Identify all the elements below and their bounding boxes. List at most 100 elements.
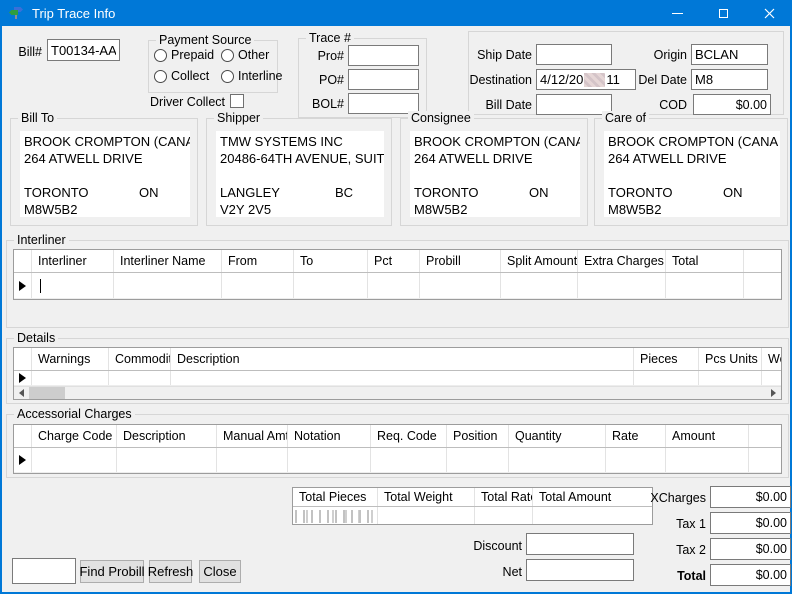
totals-grid: Total Pieces Total Weight Total Rate Tot…	[292, 487, 653, 525]
accessorial-grid-row[interactable]	[14, 448, 781, 473]
cell-weight[interactable]	[762, 371, 781, 385]
bill-number-label: Bill#	[6, 42, 42, 62]
details-horizontal-scrollbar[interactable]	[14, 386, 781, 399]
radio-option-interline[interactable]: Interline	[221, 69, 282, 83]
destination-value-suffix: 11	[606, 72, 620, 87]
driver-collect-checkbox[interactable]	[230, 94, 244, 108]
column-header-description: Description	[171, 348, 634, 370]
total-field[interactable]: $0.00	[710, 564, 791, 586]
cell-from[interactable]	[222, 273, 294, 298]
radio-option-collect[interactable]: Collect	[154, 69, 209, 83]
record-selector-icon	[19, 373, 26, 383]
del-date-input[interactable]	[691, 69, 768, 90]
po-number-input[interactable]	[348, 69, 419, 90]
consignee-group-label: Consignee	[408, 111, 474, 126]
address-city: LANGLEY	[220, 185, 280, 200]
cell-manual-amt[interactable]	[217, 448, 288, 472]
trace-group: Trace # Pro# PO# BOL#	[298, 38, 427, 118]
grid-filler	[749, 425, 781, 447]
address-city: TORONTO	[24, 185, 89, 200]
scroll-left-button[interactable]	[14, 387, 29, 400]
cell-pcs-units[interactable]	[699, 371, 762, 385]
address-province: BC	[335, 184, 353, 201]
interliner-group-label: Interliner	[14, 233, 69, 248]
cell-pct[interactable]	[368, 273, 420, 298]
details-grid-row[interactable]	[14, 371, 781, 386]
column-header-weight: We	[762, 348, 782, 370]
shipper-address: TMW SYSTEMS INC 20486-64TH AVENUE, SUIT …	[216, 131, 384, 217]
cell-position[interactable]	[447, 448, 509, 472]
cell-pieces[interactable]	[634, 371, 699, 385]
cod-field[interactable]: $0.00	[693, 94, 771, 115]
consignee-group: Consignee BROOK CROMPTON (CANA 264 ATWEL…	[400, 118, 588, 226]
address-city-row: TORONTO ON	[414, 184, 576, 201]
grid-filler	[744, 250, 781, 272]
window-titlebar[interactable]: Trip Trace Info	[0, 0, 792, 26]
cell-interliner-name[interactable]	[114, 273, 222, 298]
total-label: Total	[602, 566, 706, 586]
shipping-dates-group: Ship Date Destination 4/12/20 11 Bill Da…	[468, 31, 784, 115]
cell-req-code[interactable]	[371, 448, 447, 472]
accessorial-grid: Charge Code Description Manual Amt. Nota…	[13, 424, 782, 474]
cell-charge-code[interactable]	[32, 448, 117, 472]
accessorial-group-label: Accessorial Charges	[14, 407, 135, 422]
interliner-grid-row[interactable]	[14, 273, 781, 299]
scroll-left-icon	[19, 389, 24, 397]
record-selector-icon	[19, 455, 26, 465]
minimize-button[interactable]	[654, 0, 700, 26]
column-header-total-rate: Total Rate	[475, 488, 533, 506]
cell-split-amount[interactable]	[501, 273, 578, 298]
scroll-right-button[interactable]	[766, 387, 781, 400]
address-postal: M8W5B2	[608, 201, 776, 217]
cell-description[interactable]	[171, 371, 634, 385]
radio-option-prepaid[interactable]: Prepaid	[154, 48, 214, 62]
cell-amount[interactable]	[666, 448, 749, 472]
ship-date-input[interactable]	[536, 44, 612, 65]
radio-collect-icon	[154, 70, 167, 83]
cell-rate[interactable]	[606, 448, 666, 472]
pro-number-input[interactable]	[348, 45, 419, 66]
window-controls	[654, 0, 792, 26]
interliner-section: Interliner Interliner Interliner Name Fr…	[6, 240, 789, 328]
radio-other-label: Other	[238, 48, 269, 62]
cell-probill[interactable]	[420, 273, 501, 298]
cell-quantity[interactable]	[509, 448, 606, 472]
bill-number-input[interactable]	[47, 39, 120, 61]
column-header-amount: Amount	[666, 425, 749, 447]
refresh-button[interactable]: Refresh	[149, 560, 192, 583]
care-of-address: BROOK CROMPTON (CANA 264 ATWELL DRIVE TO…	[604, 131, 780, 217]
address-blank	[608, 167, 776, 184]
scrollbar-thumb[interactable]	[29, 387, 65, 400]
find-probill-button[interactable]: Find Probill	[80, 560, 144, 583]
column-header-total: Total	[666, 250, 744, 272]
radio-collect-label: Collect	[171, 69, 209, 83]
cell-total[interactable]	[666, 273, 744, 298]
address-postal: M8W5B2	[24, 201, 186, 217]
column-header-position: Position	[447, 425, 509, 447]
bill-date-input[interactable]	[536, 94, 612, 115]
cell-commodity[interactable]	[109, 371, 171, 385]
cell-extra-charges[interactable]	[578, 273, 666, 298]
details-group-label: Details	[14, 331, 58, 346]
probill-search-input[interactable]	[12, 558, 76, 584]
maximize-button[interactable]	[700, 0, 746, 26]
close-button[interactable]	[746, 0, 792, 26]
details-grid: Warnings Commodity Description Pieces Pc…	[13, 347, 782, 400]
shipper-group: Shipper TMW SYSTEMS INC 20486-64TH AVENU…	[206, 118, 392, 226]
close-dialog-button[interactable]: Close	[199, 560, 241, 583]
interliner-grid-header: Interliner Interliner Name From To Pct P…	[14, 250, 781, 273]
xcharges-field[interactable]: $0.00	[710, 486, 791, 508]
record-selector-cell	[14, 273, 32, 298]
cell-description[interactable]	[117, 448, 217, 472]
address-name: TMW SYSTEMS INC	[220, 133, 380, 150]
tax1-field[interactable]: $0.00	[710, 512, 791, 534]
cell-to[interactable]	[294, 273, 368, 298]
cell-interliner[interactable]	[32, 273, 114, 298]
cell-warnings[interactable]	[32, 371, 109, 385]
radio-option-other[interactable]: Other	[221, 48, 269, 62]
address-city-row: TORONTO ON	[608, 184, 776, 201]
origin-input[interactable]	[691, 44, 768, 65]
tax2-field[interactable]: $0.00	[710, 538, 791, 560]
bol-number-label: BOL#	[301, 94, 344, 114]
cell-notation[interactable]	[288, 448, 371, 472]
